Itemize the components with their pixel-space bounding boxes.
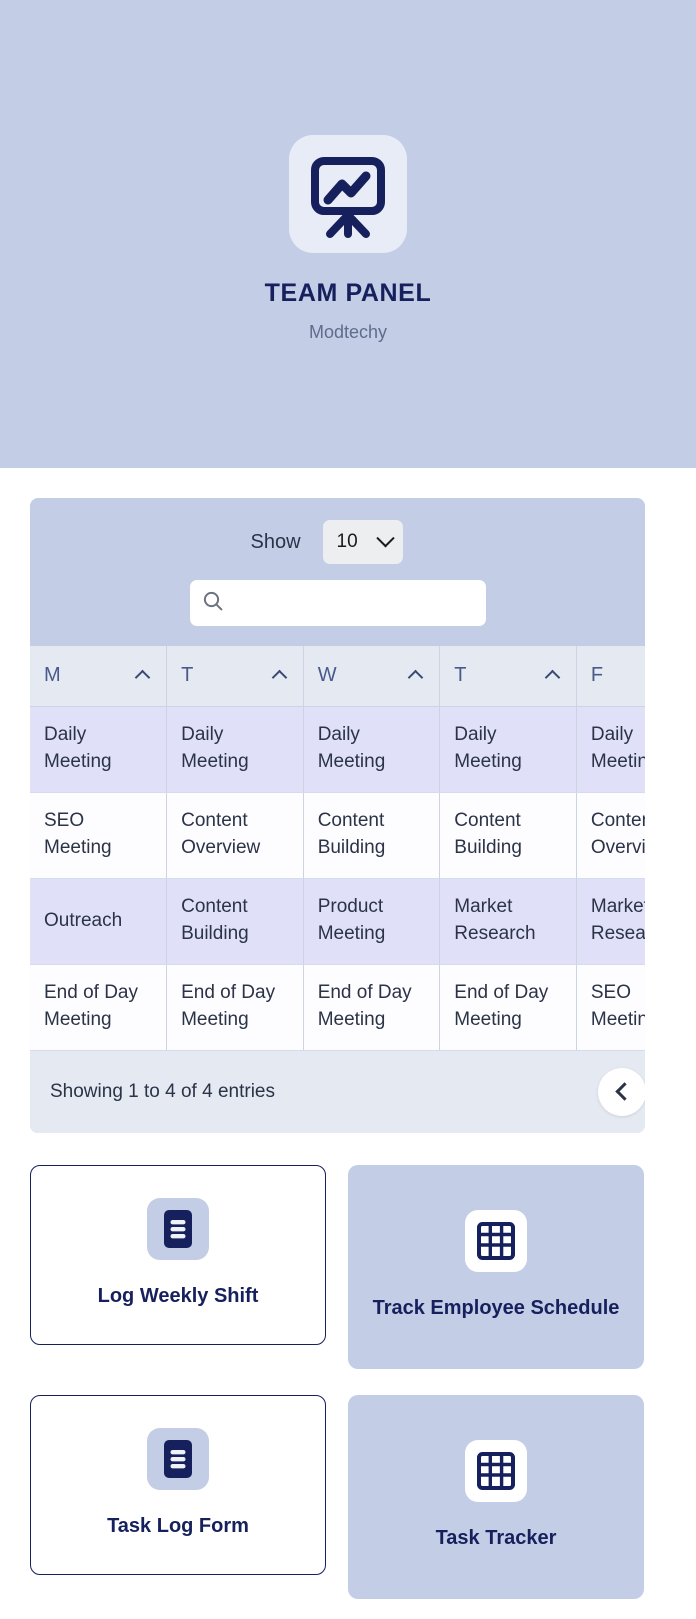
schedule-table: M T W <box>30 646 645 1051</box>
column-header-label: F <box>591 664 603 687</box>
table-footer: Showing 1 to 4 of 4 entries <box>30 1051 645 1133</box>
column-header-w[interactable]: W <box>303 646 440 706</box>
chevron-down-icon <box>376 529 394 547</box>
table-head: M T W <box>30 646 645 706</box>
table-cell: End of Day Meeting <box>30 964 167 1050</box>
table-cell: Content Building <box>303 792 440 878</box>
page-subtitle: Modtechy <box>309 322 387 343</box>
show-entries-row: Show 10 <box>250 520 424 564</box>
table-cell: Content Building <box>167 878 304 964</box>
log-weekly-shift-card[interactable]: Log Weekly Shift <box>30 1165 326 1345</box>
sort-ascending-icon <box>271 670 287 686</box>
table-body: Daily Meeting Daily Meeting Daily Meetin… <box>30 706 645 1050</box>
search-input[interactable] <box>232 593 474 613</box>
table-cell: Content Overview <box>576 792 645 878</box>
entries-count-label: Showing 1 to 4 of 4 entries <box>50 1081 275 1103</box>
table-cell: Daily Meeting <box>30 706 167 792</box>
previous-page-button[interactable] <box>598 1068 645 1116</box>
chevron-left-icon <box>615 1082 633 1100</box>
table-row: Daily Meeting Daily Meeting Daily Meetin… <box>30 706 645 792</box>
grid-table-icon <box>465 1210 527 1272</box>
table-cell: Outreach <box>30 878 167 964</box>
table-row: End of Day Meeting End of Day Meeting En… <box>30 964 645 1050</box>
table-cell: Market Research <box>440 878 577 964</box>
column-header-label: T <box>454 664 466 687</box>
sort-ascending-icon <box>135 670 151 686</box>
app-header: TEAM PANEL Modtechy <box>0 0 696 468</box>
sort-ascending-icon <box>545 670 561 686</box>
task-tracker-card[interactable]: Task Tracker <box>348 1395 644 1599</box>
card-label: Task Tracker <box>436 1524 557 1552</box>
table-controls: Show 10 <box>30 498 645 646</box>
table-cell: Daily Meeting <box>303 706 440 792</box>
column-header-t1[interactable]: T <box>167 646 304 706</box>
table-cell: Content Building <box>440 792 577 878</box>
column-header-f[interactable]: F <box>576 646 645 706</box>
action-cards-grid: Log Weekly Shift Track Employee Schedule… <box>0 1133 696 1599</box>
sort-ascending-icon <box>408 670 424 686</box>
table-scroll-container[interactable]: M T W <box>30 646 645 1051</box>
column-header-m[interactable]: M <box>30 646 167 706</box>
table-cell: End of Day Meeting <box>167 964 304 1050</box>
table-cell: Market Research <box>576 878 645 964</box>
table-cell: Daily Meeting <box>576 706 645 792</box>
search-box[interactable] <box>190 580 486 626</box>
track-employee-schedule-card[interactable]: Track Employee Schedule <box>348 1165 644 1369</box>
form-document-icon <box>147 1428 209 1490</box>
table-cell: SEO Meeting <box>576 964 645 1050</box>
schedule-panel: Show 10 <box>30 498 645 1133</box>
card-label: Log Weekly Shift <box>98 1282 259 1310</box>
table-cell: End of Day Meeting <box>303 964 440 1050</box>
table-cell: Daily Meeting <box>440 706 577 792</box>
table-cell: End of Day Meeting <box>440 964 577 1050</box>
card-label: Task Log Form <box>107 1512 249 1540</box>
table-row: SEO Meeting Content Overview Content Bui… <box>30 792 645 878</box>
column-header-t2[interactable]: T <box>440 646 577 706</box>
show-label: Show <box>250 531 300 554</box>
card-label: Track Employee Schedule <box>373 1294 620 1322</box>
table-header-row: M T W <box>30 646 645 706</box>
form-document-icon <box>147 1198 209 1260</box>
page-title: TEAM PANEL <box>265 279 432 308</box>
presentation-chart-icon <box>289 135 407 253</box>
table-cell: Product Meeting <box>303 878 440 964</box>
column-header-label: T <box>181 664 193 687</box>
grid-table-icon <box>465 1440 527 1502</box>
table-cell: Daily Meeting <box>167 706 304 792</box>
table-cell: SEO Meeting <box>30 792 167 878</box>
search-icon <box>202 590 224 617</box>
task-log-form-card[interactable]: Task Log Form <box>30 1395 326 1575</box>
show-entries-select[interactable]: 10 <box>323 520 403 564</box>
table-panel-wrapper: Show 10 <box>0 468 696 1133</box>
column-header-label: M <box>44 664 61 687</box>
show-entries-value: 10 <box>337 531 358 553</box>
table-cell: Content Overview <box>167 792 304 878</box>
column-header-label: W <box>318 664 337 687</box>
table-row: Outreach Content Building Product Meetin… <box>30 878 645 964</box>
